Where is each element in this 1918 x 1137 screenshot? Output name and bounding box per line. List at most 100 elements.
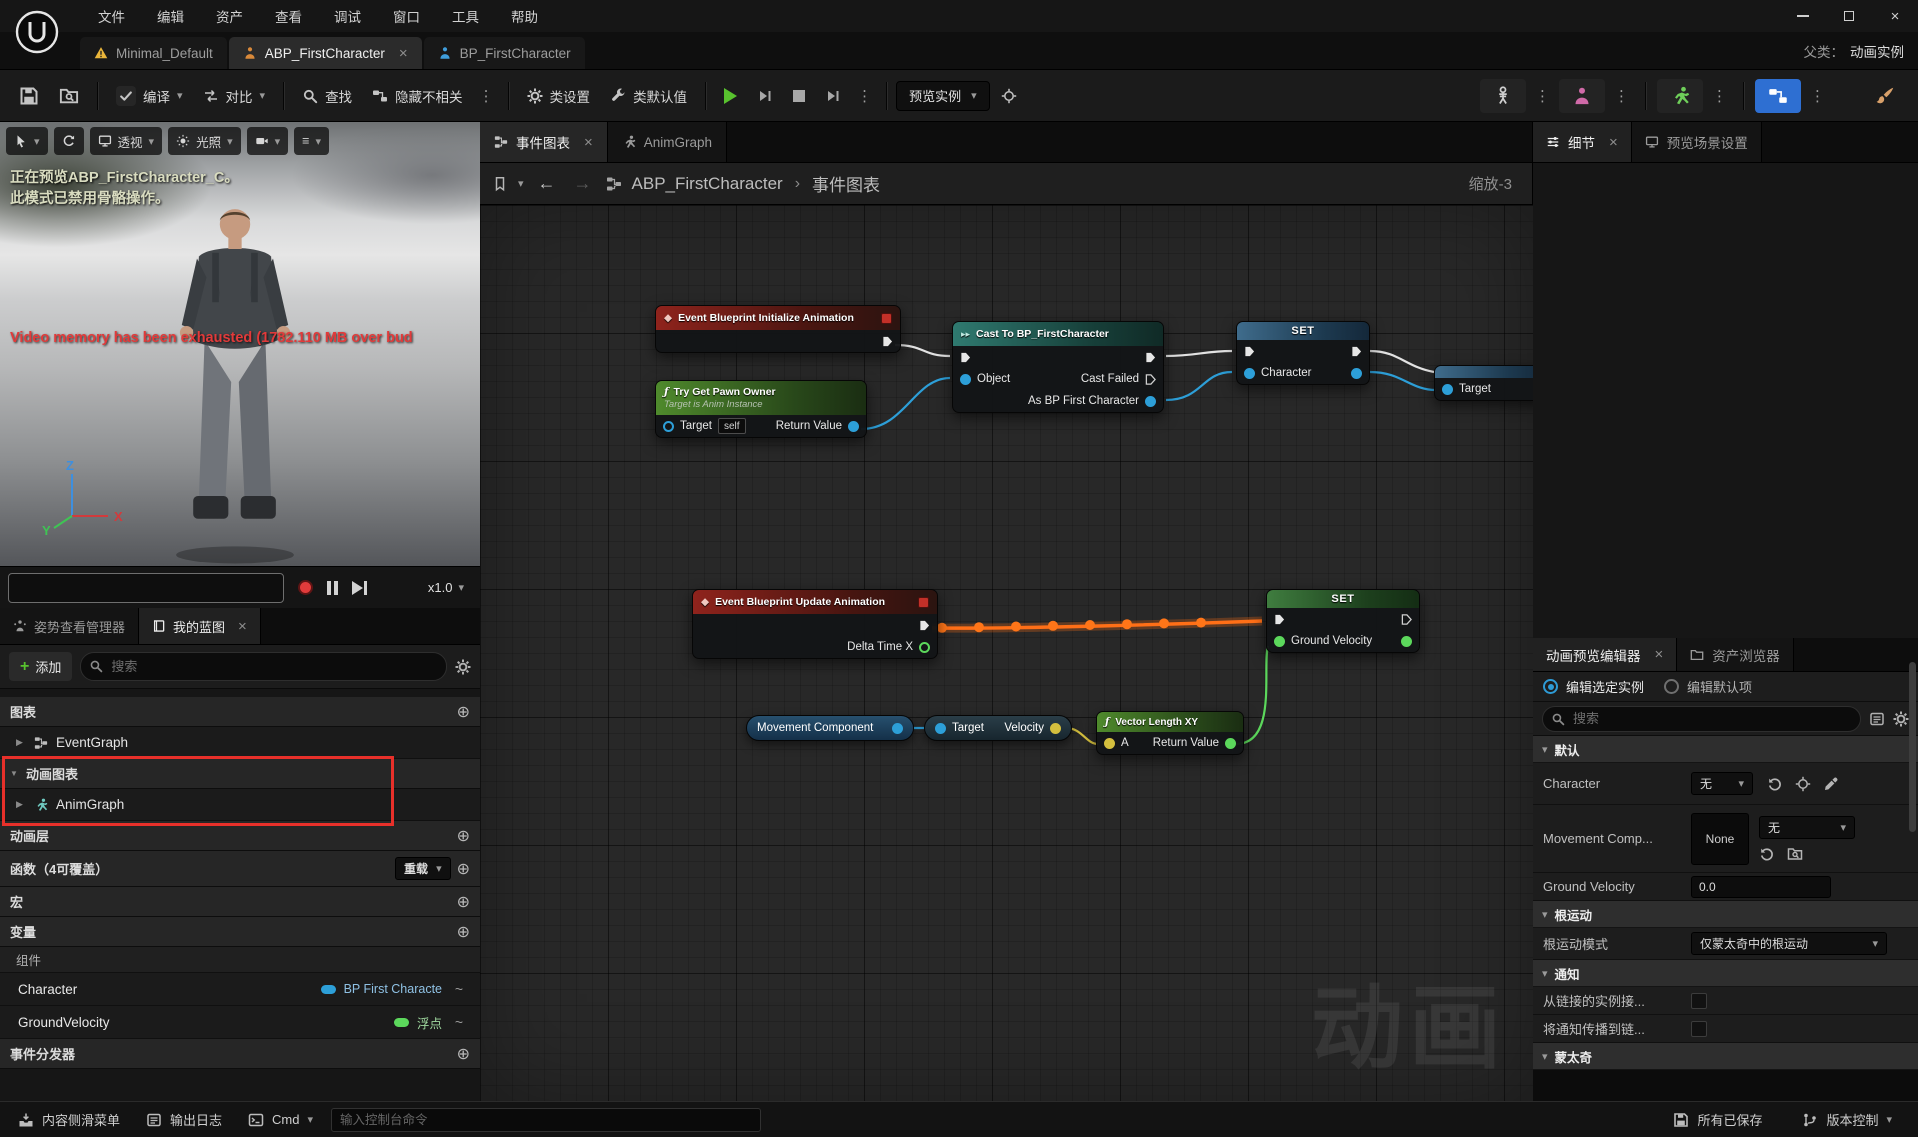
play-options-button[interactable]: ⋮ (852, 83, 877, 109)
node-get-velocity[interactable]: Target Velocity (924, 715, 1072, 741)
target-pin[interactable] (663, 420, 674, 432)
node-set-ground-velocity[interactable]: SET Ground Velocity (1266, 589, 1420, 653)
preview-viewport[interactable]: ▾ 透视 ▾ 光照 ▾ ▾ ≡ ▾ 正在预览ABP_FirstCharacter_C。… (0, 122, 480, 566)
close-tab-icon[interactable]: × (1609, 134, 1618, 151)
node-event-initialize-animation[interactable]: ◆ Event Blueprint Initialize Animation (655, 305, 901, 353)
breadcrumb-root[interactable]: ABP_FirstCharacter (632, 174, 783, 194)
tab-abp-firstcharacter[interactable]: ABP_FirstCharacter × (228, 37, 422, 69)
use-selected-icon[interactable] (1767, 776, 1783, 792)
back-button[interactable]: ← (534, 173, 560, 194)
cast-failed-exec-pin[interactable] (1145, 373, 1156, 385)
menu-file[interactable]: 文件 (82, 0, 141, 32)
section-macros[interactable]: 宏 ⊕ (0, 887, 480, 917)
target-pin[interactable] (935, 722, 946, 734)
section-default[interactable]: ▾ 默认 (1533, 736, 1918, 763)
tab-bp-firstcharacter[interactable]: BP_FirstCharacter (423, 37, 585, 69)
menu-help[interactable]: 帮助 (495, 0, 554, 32)
a-pin[interactable] (1104, 737, 1115, 749)
viewport-rotate-button[interactable] (53, 127, 84, 155)
graph-canvas[interactable]: ◆ Event Blueprint Initialize Animation ƒ… (480, 205, 1533, 1101)
section-animation-graphs[interactable]: ▼ 动画图表 (0, 759, 480, 789)
variable-row-groundvelocity[interactable]: GroundVelocity 浮点 ~ (0, 1006, 480, 1039)
timeline-scrubber[interactable] (8, 572, 284, 603)
hide-unrelated-button[interactable]: 隐藏不相关 (363, 79, 472, 113)
pause-button[interactable] (327, 580, 338, 595)
output-log-button[interactable]: 输出日志 (138, 1106, 230, 1133)
delta-time-pin[interactable] (919, 641, 930, 653)
play-button[interactable] (715, 81, 746, 111)
object-thumbnail[interactable]: None (1691, 812, 1749, 865)
all-saved-button[interactable]: 所有已保存 (1665, 1106, 1770, 1133)
viewport-select-dropdown[interactable]: ▾ (6, 127, 48, 155)
minimize-button[interactable] (1780, 0, 1826, 32)
step-forward-button[interactable] (352, 580, 367, 595)
settings-gear-icon[interactable] (455, 659, 471, 675)
tab-animgraph[interactable]: AnimGraph (607, 122, 728, 162)
use-selected-icon[interactable] (1759, 846, 1775, 862)
blueprint-options-button[interactable]: ⋮ (1805, 83, 1830, 109)
mesh-options-button[interactable]: ⋮ (1609, 83, 1634, 109)
expand-icon[interactable]: ▶ (16, 737, 26, 748)
node-cast-to-bp-firstcharacter[interactable]: ▸▸ Cast To BP_FirstCharacter Object Cast… (952, 321, 1164, 413)
return-value-pin[interactable] (848, 420, 859, 432)
browse-asset-icon[interactable] (1787, 846, 1803, 862)
breadcrumb-current[interactable]: 事件图表 (812, 171, 880, 196)
section-notifies[interactable]: ▾ 通知 (1533, 960, 1918, 987)
cmd-dropdown[interactable]: Cmd ▾ (240, 1108, 321, 1132)
anim-blueprint-mode-button[interactable] (1755, 78, 1801, 113)
override-dropdown[interactable]: 重载 ▾ (395, 857, 451, 880)
details-scrollbar[interactable] (1909, 662, 1916, 832)
variable-row-character[interactable]: Character BP First Characte ~ (0, 973, 480, 1006)
visibility-toggle-icon[interactable]: ~ (450, 981, 468, 997)
add-button[interactable]: + 添加 (9, 652, 73, 681)
mesh-mode-button[interactable] (1559, 78, 1605, 113)
section-variables[interactable]: 变量 ⊕ (0, 917, 480, 947)
node-event-update-animation[interactable]: ◆ Event Blueprint Update Animation Delta… (692, 589, 938, 659)
stop-button[interactable] (784, 83, 814, 109)
menu-window[interactable]: 窗口 (377, 0, 436, 32)
character-pin[interactable] (1244, 367, 1255, 379)
menu-debug[interactable]: 调试 (318, 0, 377, 32)
tab-details[interactable]: 细节 × (1533, 122, 1632, 162)
exec-out-pin[interactable] (1401, 613, 1412, 625)
add-macro-button[interactable]: ⊕ (457, 892, 470, 912)
tab-pose-watch-manager[interactable]: 姿势查看管理器 (0, 608, 140, 644)
section-animation-layers[interactable]: 动画层 ⊕ (0, 821, 480, 851)
animation-mode-button[interactable] (1657, 78, 1703, 113)
compile-button[interactable]: 编译 ▾ (107, 79, 192, 113)
ground-velocity-pin[interactable] (1274, 635, 1285, 647)
self-default-value[interactable]: self (717, 418, 746, 434)
as-bp-first-character-pin[interactable] (1145, 395, 1156, 407)
tree-item-eventgraph[interactable]: ▶ EventGraph (0, 727, 480, 759)
add-graph-button[interactable]: ⊕ (457, 702, 470, 722)
maximize-button[interactable] (1826, 0, 1872, 32)
menu-edit[interactable]: 编辑 (141, 0, 200, 32)
node-try-get-pawn-owner[interactable]: ƒ Try Get Pawn Owner Target is Anim Insta… (655, 380, 867, 438)
parent-class-link[interactable]: 动画实例 (1850, 41, 1904, 61)
tree-item-animgraph[interactable]: ▶ AnimGraph (0, 789, 480, 821)
add-dispatcher-button[interactable]: ⊕ (457, 1044, 470, 1064)
character-value-dropdown[interactable]: 无 ▾ (1691, 772, 1753, 795)
visibility-toggle-icon[interactable]: ~ (450, 1014, 468, 1030)
browse-asset-button[interactable] (50, 79, 88, 113)
tab-event-graph[interactable]: 事件图表 × (480, 122, 608, 162)
root-motion-mode-dropdown[interactable]: 仅蒙太奇中的根运动 ▾ (1691, 932, 1887, 955)
add-variable-button[interactable]: ⊕ (457, 922, 470, 942)
console-command-input[interactable] (331, 1107, 762, 1132)
search-input[interactable] (80, 652, 447, 681)
close-tab-icon[interactable]: × (1655, 646, 1664, 663)
find-button[interactable]: 查找 (293, 79, 361, 113)
more-options-button[interactable]: ⋮ (474, 83, 499, 109)
pick-object-icon[interactable] (1795, 776, 1811, 792)
object-pin[interactable] (960, 373, 971, 385)
settings-gear-icon[interactable] (1893, 711, 1909, 727)
perspective-dropdown[interactable]: 透视 ▾ (89, 127, 163, 155)
save-button[interactable] (10, 79, 48, 113)
eject-button[interactable] (816, 81, 850, 111)
exec-out-pin[interactable] (919, 620, 930, 631)
node-vector-length-xy[interactable]: ƒ Vector Length XY A Return Value (1096, 711, 1244, 755)
debug-filter-button[interactable] (992, 81, 1026, 111)
animation-options-button[interactable]: ⋮ (1707, 83, 1732, 109)
frame-skip-button[interactable] (748, 81, 782, 111)
node-set-character[interactable]: SET Character (1236, 321, 1370, 385)
